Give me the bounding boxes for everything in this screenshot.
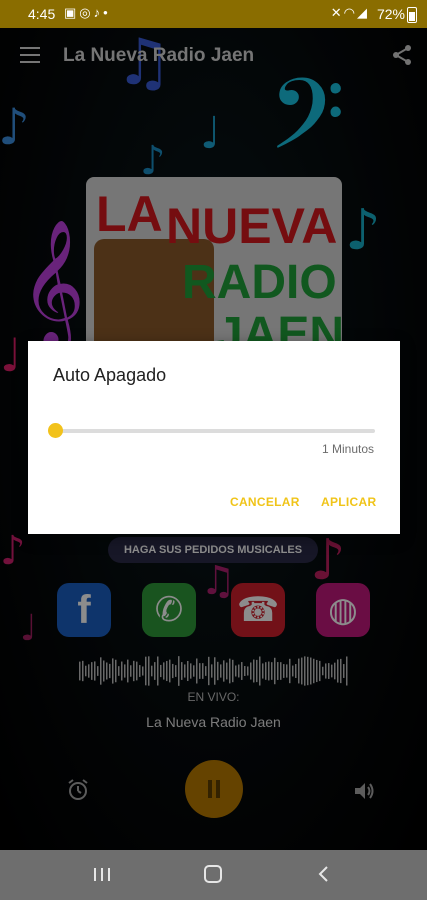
timer-slider-thumb[interactable] xyxy=(48,423,63,438)
status-system-icons: ✕◠◢ xyxy=(331,5,369,21)
dot-icon: • xyxy=(103,5,111,20)
back-icon[interactable] xyxy=(316,862,332,891)
apply-button[interactable]: APLICAR xyxy=(321,495,376,509)
auto-off-dialog: Auto Apagado 1 Minutos CANCELAR APLICAR xyxy=(28,341,400,534)
battery-icon xyxy=(407,7,417,23)
home-icon[interactable] xyxy=(202,862,224,891)
whatsapp-icon: ◎ xyxy=(79,5,94,20)
status-time: 4:45 xyxy=(28,6,56,22)
dialog-title: Auto Apagado xyxy=(53,365,167,385)
wifi-icon: ◠ xyxy=(343,5,357,20)
mute-icon: ✕ xyxy=(330,5,344,20)
timer-slider-track[interactable] xyxy=(55,429,375,433)
battery-percent: 72% xyxy=(376,6,405,22)
cancel-button[interactable]: CANCELAR xyxy=(230,495,300,509)
system-nav-bar xyxy=(0,850,427,900)
signal-icon: ◢ xyxy=(357,5,369,20)
image-icon: ▣ xyxy=(64,5,80,20)
recent-apps-icon[interactable] xyxy=(92,862,112,891)
status-bar: 4:45 ▣◎♪• ✕◠◢ 72% xyxy=(0,0,427,28)
music-icon: ♪ xyxy=(93,5,104,20)
timer-value: 1 Minutos xyxy=(321,442,374,456)
status-notification-icons: ▣◎♪• xyxy=(64,5,111,21)
